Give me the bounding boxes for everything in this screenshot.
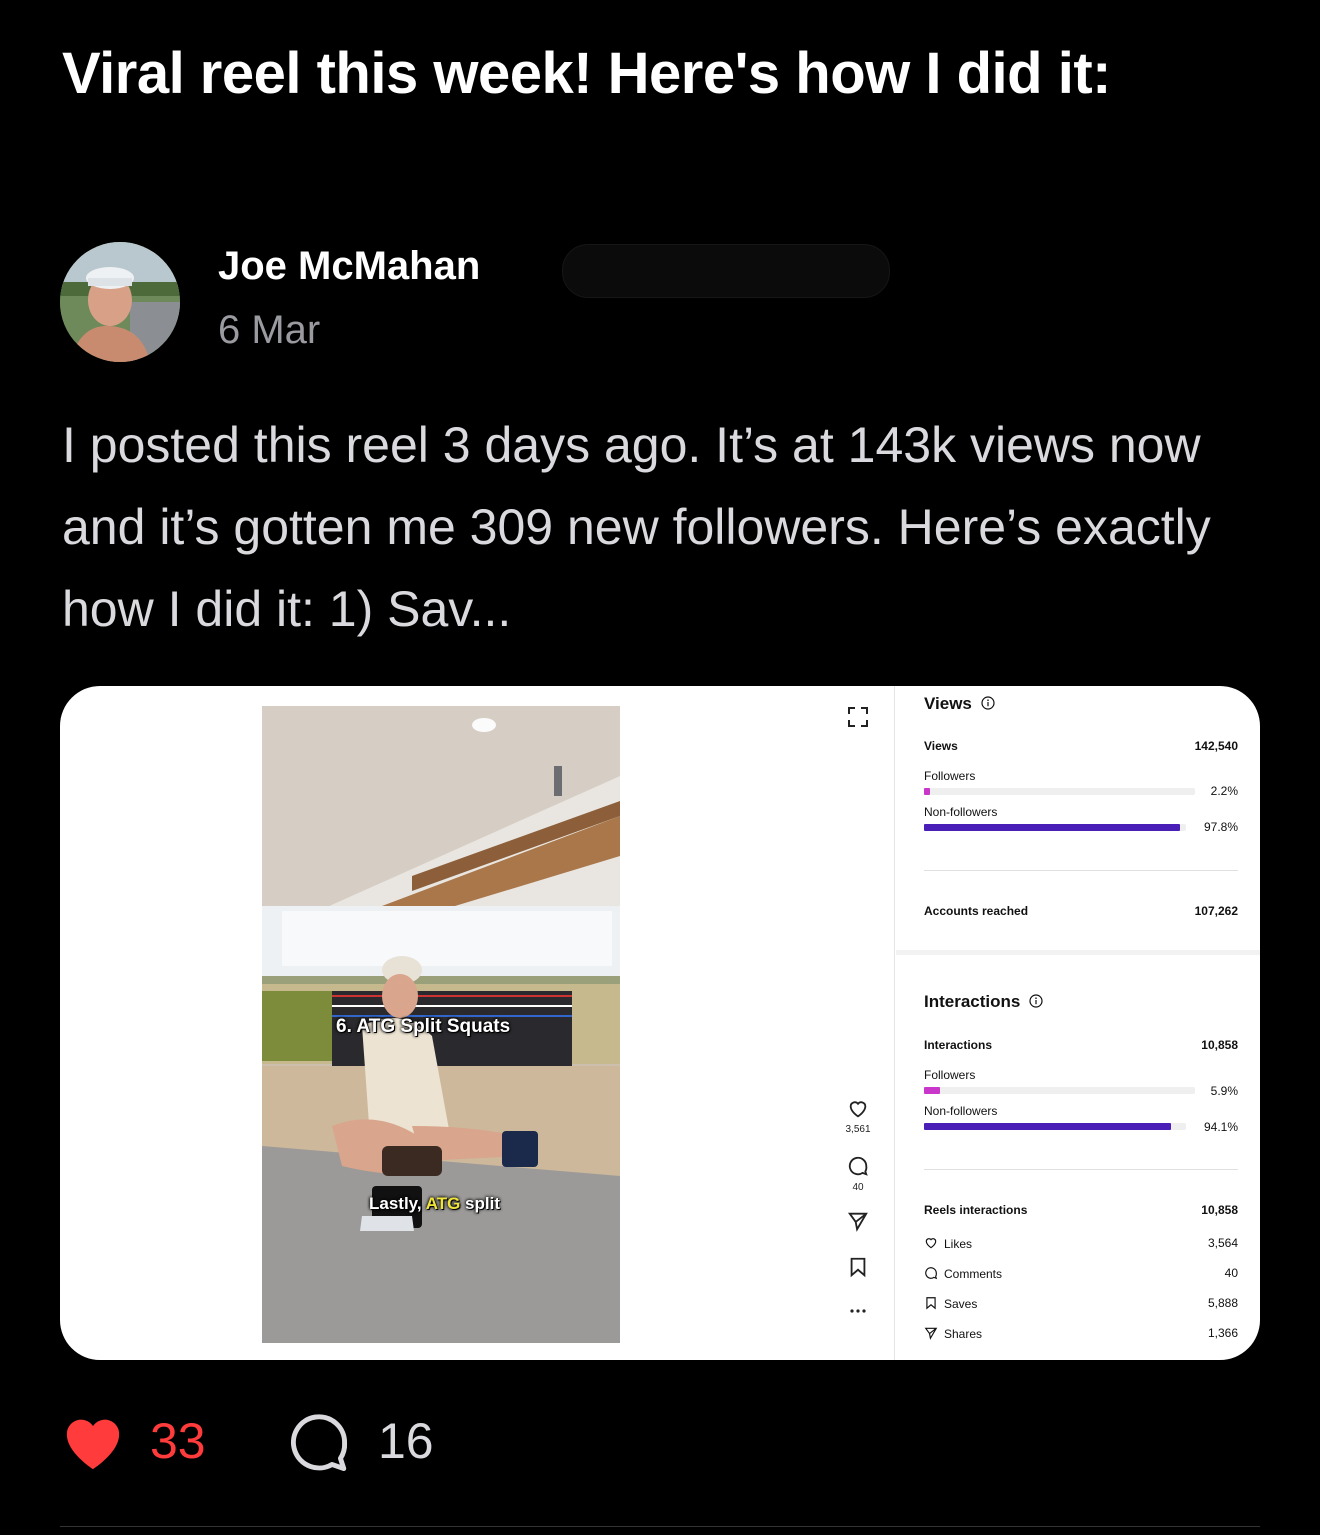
accounts-reached-label: Accounts reached — [924, 904, 1029, 918]
author-avatar[interactable] — [60, 242, 180, 362]
divider — [60, 1526, 1260, 1527]
int-nonfollowers-bar — [924, 1123, 1186, 1130]
share-icon — [924, 1327, 938, 1340]
comment-button[interactable] — [286, 1410, 352, 1476]
views-nonfollowers-bar — [924, 824, 1186, 831]
reel-caption-title: 6. ATG Split Squats — [336, 1016, 511, 1037]
views-followers-pct: 2.2% — [1210, 784, 1238, 798]
more-options-icon[interactable] — [847, 1300, 869, 1322]
share-icon[interactable] — [847, 1210, 869, 1232]
saves-value: 5,888 — [1207, 1296, 1238, 1310]
like-count: 33 — [150, 1413, 206, 1469]
comments-value: 40 — [1224, 1266, 1238, 1280]
int-nonfollowers-bar-fill — [924, 1123, 1171, 1130]
int-nonfollowers-pct: 94.1% — [1203, 1120, 1238, 1134]
reel-comment-count: 40 — [852, 1182, 864, 1193]
caption-highlight: ATG — [425, 1194, 461, 1213]
bookmark-icon[interactable] — [847, 1256, 869, 1278]
heart-icon[interactable] — [847, 1098, 869, 1120]
views-value: 142,540 — [1194, 739, 1238, 753]
heart-filled-icon — [66, 1419, 120, 1470]
insights-panel: Views Views 142,540 Followers 2.2% Non-f… — [896, 686, 1260, 1360]
comment-count: 16 — [378, 1413, 434, 1469]
label-text: Followers — [924, 1068, 976, 1082]
comment-icon[interactable] — [847, 1155, 869, 1177]
saves-label: Saves — [944, 1297, 978, 1311]
int-followers-bar — [924, 1087, 1195, 1094]
author-name[interactable]: Joe McMahan — [218, 244, 480, 289]
label-text: Non-followers — [924, 805, 998, 819]
views-section-title: Views — [924, 694, 995, 714]
views-followers-bar-fill — [924, 788, 930, 795]
caption-text: split — [460, 1194, 500, 1213]
caption-text: Lastly, — [369, 1194, 426, 1213]
int-followers-bar-fill — [924, 1087, 940, 1094]
redacted-badge — [562, 244, 890, 298]
likes-label: Likes — [944, 1237, 973, 1251]
interactions-section-title: Interactions — [924, 992, 1043, 1012]
fullscreen-icon[interactable] — [847, 706, 869, 728]
section-divider — [896, 950, 1260, 955]
comment-icon — [925, 1267, 938, 1280]
label-text: Followers — [924, 769, 976, 783]
views-nonfollowers-bar-fill — [924, 824, 1181, 831]
reel-like-count: 3,561 — [845, 1124, 871, 1135]
post-date: 6 Mar — [218, 308, 321, 352]
bookmark-icon — [926, 1297, 936, 1310]
shares-label: Shares — [944, 1327, 983, 1341]
interactions-label: Interactions — [924, 1038, 993, 1052]
views-title-text: Views — [924, 694, 972, 713]
views-followers-bar — [924, 788, 1195, 795]
media-attachment[interactable]: 6. ATG Split Squats Lastly, ATG split 3,… — [60, 686, 1260, 1360]
views-nonfollowers-pct: 97.8% — [1203, 820, 1238, 834]
heart-icon — [925, 1238, 937, 1249]
comments-label: Comments — [944, 1267, 1003, 1281]
interactions-title-text: Interactions — [924, 992, 1021, 1011]
like-button[interactable] — [60, 1410, 126, 1476]
label-text: Non-followers — [924, 1104, 998, 1118]
reel-caption-subtitle: Lastly, ATG split — [369, 1194, 500, 1214]
info-icon[interactable] — [1029, 994, 1043, 1008]
reel-video[interactable]: 6. ATG Split Squats Lastly, ATG split — [262, 706, 620, 1343]
shares-value: 1,366 — [1207, 1326, 1238, 1340]
accounts-reached-value: 107,262 — [1194, 904, 1238, 918]
info-icon[interactable] — [981, 696, 995, 710]
post-title: Viral reel this week! Here's how I did i… — [62, 41, 1111, 106]
post-body[interactable]: I posted this reel 3 days ago. It’s at 1… — [62, 404, 1272, 650]
int-followers-pct: 5.9% — [1210, 1084, 1238, 1098]
divider — [924, 870, 1238, 871]
reels-interactions-label: Reels interactions — [924, 1203, 1028, 1217]
interactions-value: 10,858 — [1201, 1038, 1238, 1052]
divider — [924, 1169, 1238, 1170]
reels-interactions-value: 10,858 — [1201, 1203, 1238, 1217]
views-label: Views — [924, 739, 958, 753]
likes-value: 3,564 — [1207, 1236, 1238, 1250]
comment-bubble-icon — [290, 1414, 348, 1472]
panel-divider — [894, 686, 895, 1360]
